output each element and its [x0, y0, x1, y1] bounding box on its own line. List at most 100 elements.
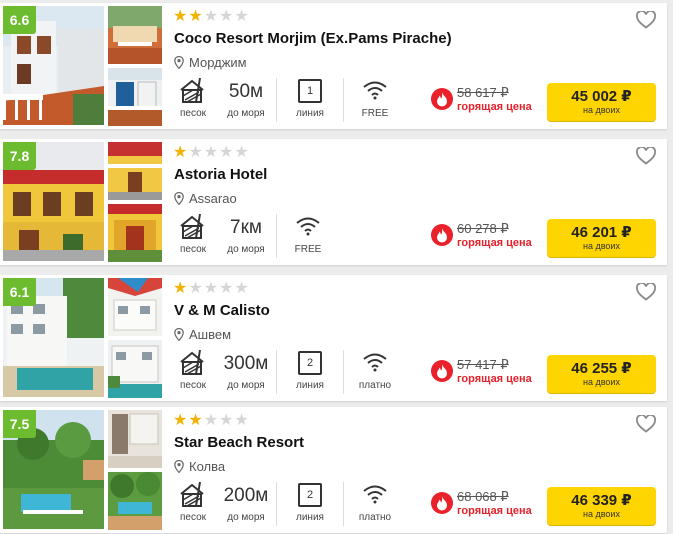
- star-icon: ★: [203, 280, 219, 297]
- old-price: 57 417 ₽: [457, 357, 509, 372]
- hotel-card[interactable]: 6.6 ★ ★ ★ ★ ★ Coco Resort Morjim (Ex.Pam…: [0, 3, 667, 129]
- hotel-features: песок 300м до моря 2 линия платно: [170, 347, 406, 397]
- price-button[interactable]: 46 201 ₽ на двоих: [547, 219, 656, 257]
- hotel-name[interactable]: Astoria Hotel: [174, 166, 267, 183]
- wifi-feature: платно: [344, 479, 406, 529]
- star-icon: ★: [219, 8, 234, 25]
- star-icon: ★: [219, 280, 234, 297]
- hotel-features: песок 50м до моря 1 линия FREE: [170, 75, 406, 125]
- price-amount: 45 002 ₽: [571, 87, 632, 105]
- heart-icon[interactable]: [636, 283, 656, 301]
- hotel-location: Assarao: [174, 191, 237, 206]
- heart-icon[interactable]: [636, 147, 656, 165]
- star-rating: ★ ★ ★ ★ ★: [173, 9, 249, 25]
- heart-icon[interactable]: [636, 415, 656, 433]
- hotel-name[interactable]: V & M Calisto: [174, 302, 270, 319]
- pin-icon: [174, 56, 184, 69]
- distance-label: до моря: [227, 380, 265, 391]
- line-value: 2: [298, 351, 322, 375]
- star-icon: ★: [188, 8, 203, 25]
- star-icon: ★: [188, 412, 203, 429]
- price-subtitle: на двоих: [583, 376, 620, 387]
- star-icon: ★: [234, 280, 249, 297]
- sand-beach-icon: [178, 212, 208, 240]
- hotel-photo-thumb[interactable]: [108, 340, 162, 398]
- old-price: 58 617 ₽: [457, 85, 509, 100]
- distance-label: до моря: [227, 108, 265, 119]
- price-info: 68 068 ₽ горящая цена: [431, 489, 532, 517]
- hotel-photo-thumb[interactable]: [108, 410, 162, 468]
- price-button[interactable]: 46 339 ₽ на двоих: [547, 487, 656, 525]
- hotel-photo-thumb[interactable]: [108, 278, 162, 336]
- hotel-name[interactable]: Star Beach Resort: [174, 434, 304, 451]
- hotel-card[interactable]: 7.5 ★ ★ ★ ★ ★ Star Beach Resort Колва пе…: [0, 407, 667, 533]
- hotel-photo-thumb[interactable]: [108, 6, 162, 64]
- hotel-name[interactable]: Coco Resort Morjim (Ex.Pams Pirache): [174, 30, 452, 47]
- wifi-label: платно: [358, 512, 392, 523]
- star-icon: ★: [234, 412, 249, 429]
- beach-label: песок: [179, 512, 207, 523]
- distance-feature: 7км до моря: [216, 211, 276, 261]
- price-amount: 46 255 ₽: [571, 359, 632, 377]
- fire-icon: [431, 88, 453, 110]
- location-label: Ашвем: [189, 327, 232, 342]
- distance-feature: 50м до моря: [216, 75, 276, 125]
- distance-feature: 300м до моря: [216, 347, 276, 397]
- price-button[interactable]: 46 255 ₽ на двоих: [547, 355, 656, 393]
- distance-label: до моря: [227, 244, 265, 255]
- beach-feature: песок: [170, 479, 216, 529]
- wifi-icon: [362, 352, 388, 372]
- price-button[interactable]: 45 002 ₽ на двоих: [547, 83, 656, 121]
- star-icon: ★: [203, 144, 219, 161]
- line-label: линия: [296, 512, 324, 523]
- distance-value: 300м: [223, 353, 269, 374]
- hot-price-label: горящая цена: [457, 505, 532, 517]
- price-subtitle: на двоих: [583, 104, 620, 115]
- heart-icon[interactable]: [636, 11, 656, 29]
- fire-icon: [431, 224, 453, 246]
- hotel-features: песок 200м до моря 2 линия платно: [170, 479, 406, 529]
- wifi-feature: платно: [344, 347, 406, 397]
- hotel-card[interactable]: 7.8 ★ ★ ★ ★ ★ Astoria Hotel Assarao песо…: [0, 139, 667, 265]
- location-label: Колва: [189, 459, 226, 474]
- price-subtitle: на двоих: [583, 508, 620, 519]
- price-info: 58 617 ₽ горящая цена: [431, 85, 532, 113]
- star-icon: ★: [203, 8, 219, 25]
- hot-price-label: горящая цена: [457, 373, 532, 385]
- wifi-feature: FREE: [344, 75, 406, 125]
- rating-badge: 6.6: [3, 6, 36, 34]
- hotel-location: Ашвем: [174, 327, 231, 342]
- star-rating: ★ ★ ★ ★ ★: [173, 145, 249, 161]
- price-subtitle: на двоих: [583, 240, 620, 251]
- wifi-icon: [295, 216, 321, 236]
- old-price: 60 278 ₽: [457, 221, 509, 236]
- location-label: Морджим: [189, 55, 247, 70]
- fire-icon: [431, 360, 453, 382]
- hotel-list: 6.6 ★ ★ ★ ★ ★ Coco Resort Morjim (Ex.Pam…: [0, 0, 673, 534]
- star-rating: ★ ★ ★ ★ ★: [173, 281, 249, 297]
- line-value: 1: [298, 79, 322, 103]
- hot-price-label: горящая цена: [457, 101, 532, 113]
- rating-badge: 7.8: [3, 142, 36, 170]
- beach-label: песок: [179, 108, 207, 119]
- star-icon: ★: [219, 144, 234, 161]
- star-icon: ★: [234, 144, 249, 161]
- hotel-photo-thumb[interactable]: [108, 142, 162, 200]
- pin-icon: [174, 192, 184, 205]
- wifi-icon: [362, 80, 388, 100]
- rating-badge: 6.1: [3, 278, 36, 306]
- star-icon: ★: [173, 8, 188, 25]
- hotel-photo-thumb[interactable]: [108, 204, 162, 262]
- line-value: 2: [298, 483, 322, 507]
- hotel-photo-thumb[interactable]: [108, 68, 162, 126]
- star-icon: ★: [188, 144, 203, 161]
- beach-feature: песок: [170, 75, 216, 125]
- wifi-label: FREE: [294, 244, 322, 255]
- old-price: 68 068 ₽: [457, 489, 509, 504]
- price-info: 60 278 ₽ горящая цена: [431, 221, 532, 249]
- wifi-feature: FREE: [277, 211, 339, 261]
- star-icon: ★: [173, 280, 188, 297]
- line-feature: 1 линия: [277, 75, 343, 125]
- hotel-photo-thumb[interactable]: [108, 472, 162, 530]
- hotel-card[interactable]: 6.1 ★ ★ ★ ★ ★ V & M Calisto Ашвем песок …: [0, 275, 667, 401]
